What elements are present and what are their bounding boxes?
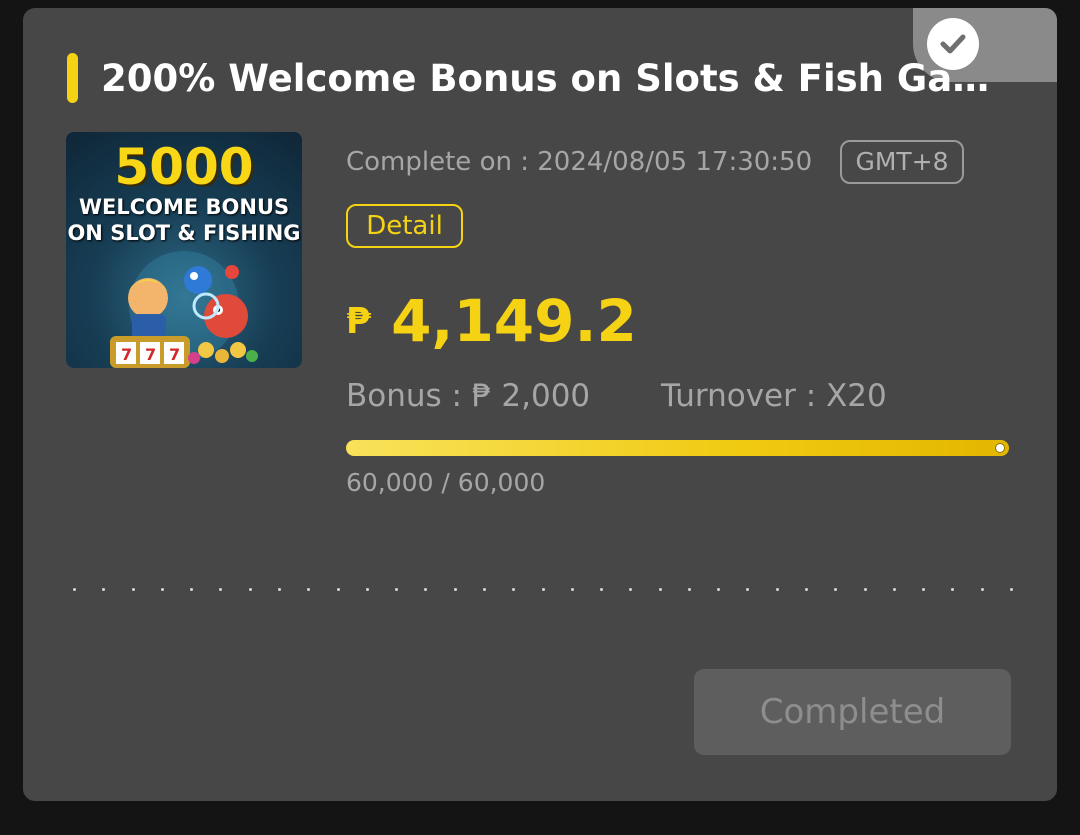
progress-label: 60,000 / 60,000 — [346, 468, 546, 497]
divider-dot — [541, 587, 545, 591]
bonus-amount: ₱ 4,149.2 — [346, 286, 637, 356]
divider-dot — [336, 587, 340, 591]
detail-button[interactable]: Detail — [346, 204, 463, 248]
amount-value: 4,149.2 — [391, 287, 637, 355]
bonus-card: 200% Welcome Bonus on Slots & Fish Games… — [23, 8, 1057, 801]
banner-line-1: WELCOME BONUS — [78, 195, 290, 219]
banner-headline: 5000 — [114, 138, 254, 196]
divider-dot — [805, 587, 809, 591]
bonus-banner-image[interactable]: 5000 WELCOME BONUS ON SLOT & FISHING 7 7… — [66, 132, 302, 368]
divider-dot — [277, 587, 281, 591]
divider-dot — [307, 587, 311, 591]
divider-dot — [1010, 587, 1013, 591]
divider-dot — [424, 587, 428, 591]
divider-dot — [834, 587, 838, 591]
divider-dot — [717, 587, 721, 591]
bonus-title: 200% Welcome Bonus on Slots & Fish Games — [101, 57, 1001, 100]
turnover-progress-bar — [346, 440, 1009, 456]
divider-dot — [658, 587, 662, 591]
banner-line-2: ON SLOT & FISHING — [67, 221, 301, 245]
divider-dot — [687, 587, 691, 591]
divider-dot — [951, 587, 955, 591]
completed-button[interactable]: Completed — [694, 669, 1011, 755]
divider-dot — [922, 587, 926, 591]
svg-text:7: 7 — [169, 345, 180, 364]
divider-dot — [453, 587, 457, 591]
divider-dot — [73, 587, 76, 591]
divider-dot — [892, 587, 896, 591]
progress-fill — [346, 440, 1009, 456]
timezone-badge: GMT+8 — [840, 140, 964, 184]
complete-date: Complete on : 2024/08/05 17:30:50 — [346, 147, 813, 177]
divider-dot — [600, 587, 604, 591]
divider-dot — [482, 587, 486, 591]
svg-text:7: 7 — [121, 345, 132, 364]
divider-dot — [863, 587, 867, 591]
turnover-value: Turnover : X20 — [661, 378, 887, 414]
divider-dot — [395, 587, 399, 591]
divider-dot — [980, 587, 984, 591]
divider-dot — [160, 587, 164, 591]
divider-dot — [190, 587, 194, 591]
svg-text:7: 7 — [145, 345, 156, 364]
divider-dot — [102, 587, 106, 591]
divider-dot — [746, 587, 750, 591]
divider-dot — [570, 587, 574, 591]
divider-dot — [512, 587, 516, 591]
divider-dot — [365, 587, 369, 591]
dotted-divider — [73, 586, 1013, 592]
progress-knob — [995, 443, 1005, 453]
divider-dot — [248, 587, 252, 591]
currency-symbol: ₱ — [346, 300, 372, 342]
divider-dot — [131, 587, 135, 591]
banner-artwork: 7 7 7 — [110, 251, 258, 368]
title-accent-bar — [67, 53, 78, 103]
divider-dot — [775, 587, 779, 591]
divider-dot — [629, 587, 633, 591]
bonus-value: Bonus : ₱ 2,000 — [346, 378, 591, 414]
divider-dot — [219, 587, 223, 591]
